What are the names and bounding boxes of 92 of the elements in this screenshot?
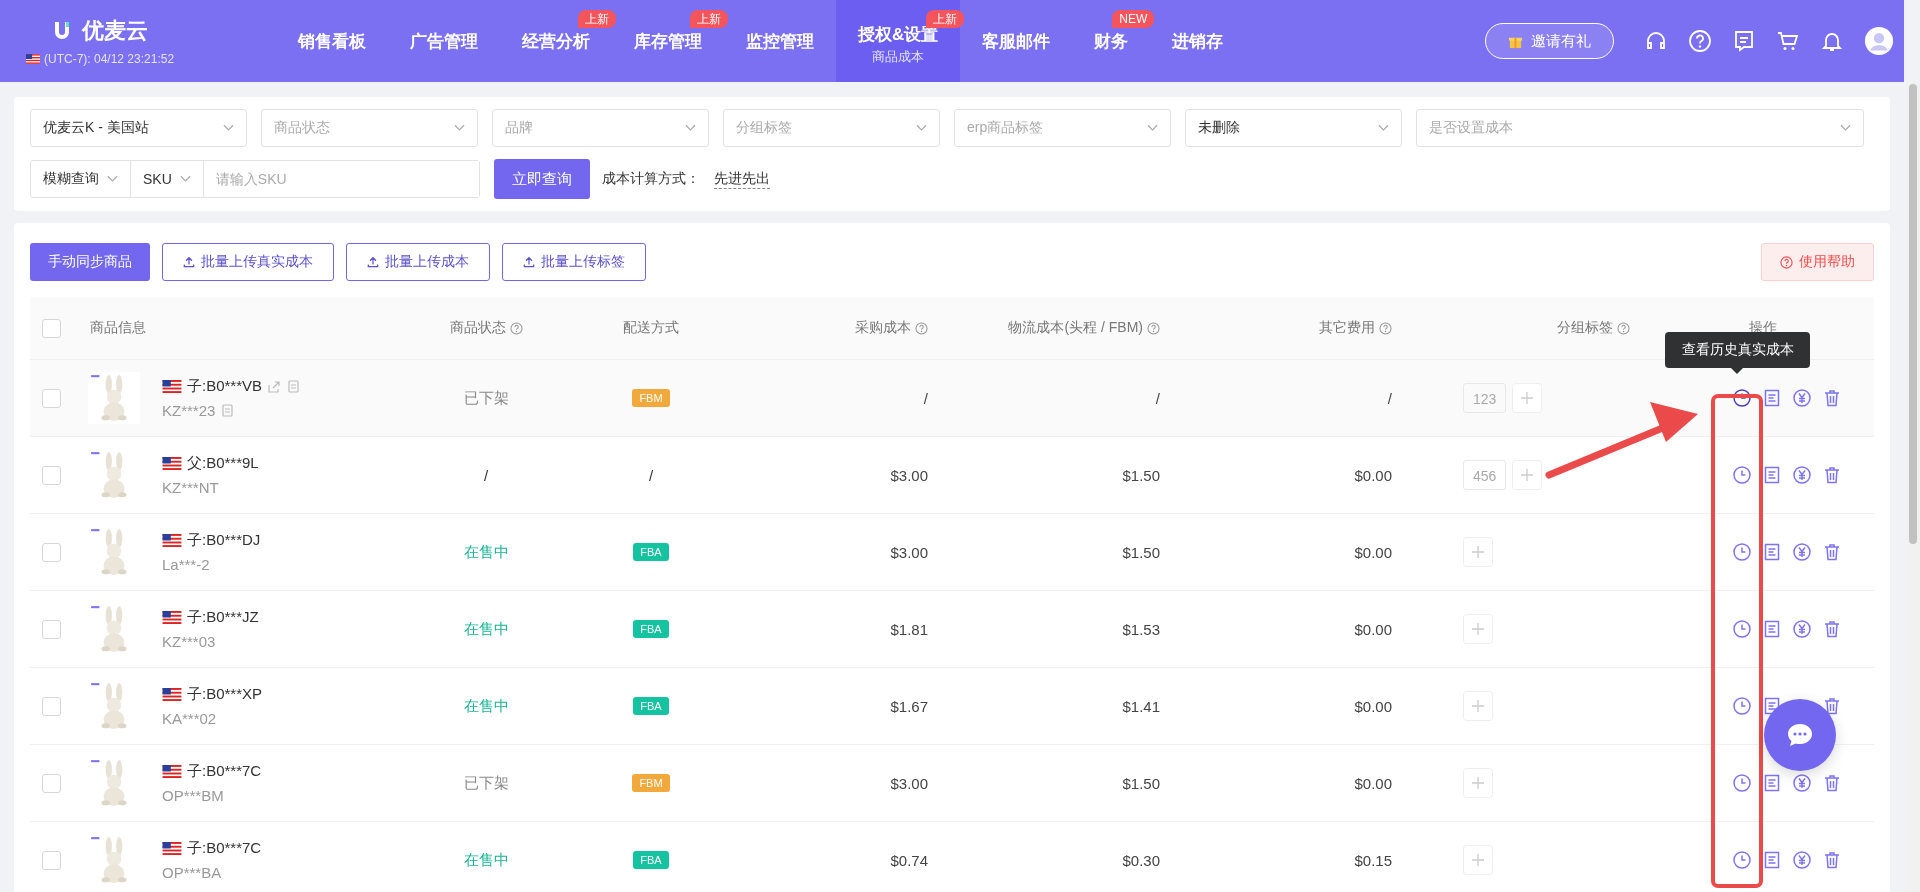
cost-method-link[interactable]: 先进先出	[714, 169, 770, 189]
other-fee: $0.00	[1354, 466, 1392, 484]
shipping-tag: FBM	[632, 389, 670, 407]
sku-text: KZ***23	[162, 402, 216, 419]
nav-item[interactable]: 进销存	[1150, 29, 1246, 53]
shipping-tag: FBM	[632, 774, 670, 792]
logistics-cost: /	[1155, 389, 1160, 407]
nav-item[interactable]: 广告管理	[388, 29, 500, 53]
purchase-cost: $3.00	[890, 466, 928, 484]
sku-text: OP***BA	[162, 864, 222, 881]
asin-text: 子:B0***DJ	[187, 531, 261, 550]
purchase-cost: $0.74	[890, 851, 928, 869]
column-header: 物流成本(头程 / FBM)	[1008, 319, 1143, 337]
status-text: 已下架	[463, 773, 509, 791]
asin-text: 子:B0***7C	[187, 762, 262, 781]
new-badge: 上新	[926, 10, 965, 28]
search-field-select[interactable]: SKU	[131, 161, 204, 197]
status-text: 已下架	[463, 388, 509, 406]
column-header: 商品状态	[449, 319, 506, 337]
nav-item[interactable]: 经营分析	[500, 29, 612, 53]
filter-select[interactable]: 分组标签	[723, 109, 940, 147]
shipping-tag: FBA	[633, 697, 669, 715]
other-fee: $0.00	[1354, 620, 1392, 638]
tooltip: 查看历史真实成本	[1665, 332, 1810, 368]
logistics-cost: $1.50	[1122, 774, 1160, 792]
logistics-cost: $1.41	[1122, 697, 1160, 715]
filter-select[interactable]: erp商品标签	[954, 109, 1171, 147]
group-tag: 123	[1463, 383, 1507, 413]
logistics-cost: $0.30	[1122, 851, 1160, 869]
upload-button[interactable]: 批量上传成本	[346, 243, 490, 281]
asin-text: 子:B0***JZ	[187, 608, 259, 627]
group-tag: 456	[1463, 460, 1507, 490]
upload-button[interactable]: 批量上传标签	[502, 243, 646, 281]
other-fee: $0.00	[1354, 774, 1392, 792]
sync-products-button[interactable]: 手动同步商品	[30, 243, 150, 281]
column-header: 商品信息	[90, 319, 146, 337]
sku-text: OP***BM	[162, 787, 224, 804]
status-text: 在售中	[463, 542, 509, 560]
status-text: 在售中	[463, 619, 509, 637]
timezone-time: (UTC-7): 04/12 23:21:52	[44, 52, 175, 66]
sku-text: La***-2	[162, 556, 210, 573]
sku-search-field[interactable]: 模糊查询 SKU 请输入SKU	[30, 160, 480, 198]
new-badge: 上新	[690, 10, 728, 28]
status-text: /	[483, 466, 489, 484]
sku-text: KZ***03	[162, 633, 216, 650]
nav-item[interactable]: 客服邮件	[960, 29, 1073, 53]
new-badge: NEW	[1112, 10, 1155, 28]
purchase-cost: $1.67	[890, 697, 928, 715]
purchase-cost: /	[923, 389, 928, 407]
other-fee: $0.15	[1354, 851, 1392, 869]
logistics-cost: $1.50	[1122, 466, 1160, 484]
shipping-tag: FBA	[633, 620, 669, 638]
column-header: 分组标签	[1557, 319, 1613, 337]
asin-text: 子:B0***VB	[187, 377, 263, 396]
new-badge: 上新	[578, 10, 616, 28]
asin-text: 父:B0***9L	[187, 454, 259, 473]
nav-item[interactable]: 财务	[1072, 29, 1151, 53]
nav-item[interactable]: 库存管理	[612, 29, 724, 53]
other-fee: $0.00	[1354, 697, 1392, 715]
sku-text: KA***02	[162, 710, 217, 727]
logistics-cost: $1.50	[1122, 543, 1160, 561]
asin-text: 子:B0***7C	[187, 839, 262, 858]
other-fee: /	[1387, 389, 1392, 407]
filter-select[interactable]: 是否设置成本	[1416, 109, 1864, 147]
help-button[interactable]: 使用帮助	[1761, 243, 1874, 281]
filter-select[interactable]: 商品状态	[261, 109, 478, 147]
sku-text: KZ***NT	[162, 479, 219, 496]
purchase-cost: $1.81	[890, 620, 928, 638]
nav-item[interactable]: 销售看板	[276, 29, 388, 53]
other-fee: $0.00	[1354, 543, 1392, 561]
search-mode-select[interactable]: 模糊查询	[31, 161, 131, 197]
nav-item[interactable]: 监控管理	[724, 29, 836, 53]
upload-button[interactable]: 批量上传真实成本	[162, 243, 334, 281]
logistics-cost: $1.53	[1122, 620, 1160, 638]
filter-select[interactable]: 优麦云K - 美国站	[30, 109, 247, 147]
column-header: 其它费用	[1319, 319, 1375, 337]
filter-select[interactable]: 未删除	[1185, 109, 1402, 147]
column-header: 采购成本	[855, 319, 911, 337]
status-text: 在售中	[463, 696, 509, 714]
shipping-tag: FBA	[633, 543, 669, 561]
purchase-cost: $3.00	[890, 543, 928, 561]
invite-button[interactable]: 邀请有礼	[1485, 23, 1614, 59]
asin-text: 子:B0***XP	[187, 685, 263, 704]
status-text: 在售中	[463, 850, 509, 868]
purchase-cost: $3.00	[890, 774, 928, 792]
query-button[interactable]: 立即查询	[494, 159, 590, 199]
shipping-tag: /	[648, 466, 654, 484]
column-header: 配送方式	[623, 319, 679, 337]
shipping-tag: FBA	[633, 851, 669, 869]
filter-select[interactable]: 品牌	[492, 109, 709, 147]
brand-name: 优麦云	[82, 17, 148, 45]
cost-method-label: 成本计算方式：	[602, 170, 700, 188]
